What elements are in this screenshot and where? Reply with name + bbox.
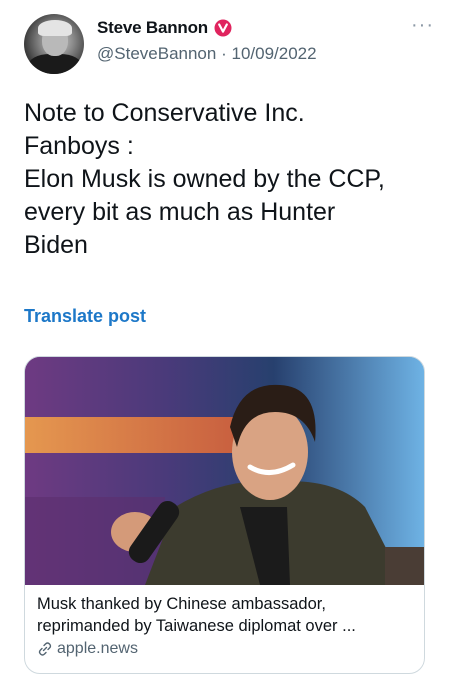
author-handle[interactable]: @SteveBannon	[97, 44, 216, 63]
link-preview-card[interactable]: Musk thanked by Chinese ambassador, repr…	[24, 356, 425, 674]
verified-badge-icon	[214, 19, 232, 37]
tweet-text: Note to Conservative Inc. Fanboys : Elon…	[24, 99, 385, 259]
card-domain-text[interactable]: apple.news	[57, 640, 138, 658]
author-name[interactable]: Steve Bannon	[97, 18, 208, 38]
translate-post-link[interactable]: Translate post	[24, 306, 146, 327]
avatar[interactable]	[24, 14, 84, 74]
link-icon	[38, 642, 52, 656]
card-title[interactable]: Musk thanked by Chinese ambassador, repr…	[37, 593, 412, 637]
card-image	[25, 357, 424, 585]
author-meta: @SteveBannon · 10/09/2022	[97, 44, 317, 64]
post-date[interactable]: 10/09/2022	[231, 44, 316, 63]
meta-separator: ·	[221, 44, 227, 63]
author-name-line: Steve Bannon	[97, 18, 232, 38]
more-options-icon[interactable]: ···	[411, 15, 434, 35]
card-domain: apple.news	[37, 640, 412, 658]
tweet-header: Steve Bannon @SteveBannon · 10/09/2022 ·…	[24, 14, 434, 76]
card-text: Musk thanked by Chinese ambassador, repr…	[25, 585, 424, 658]
